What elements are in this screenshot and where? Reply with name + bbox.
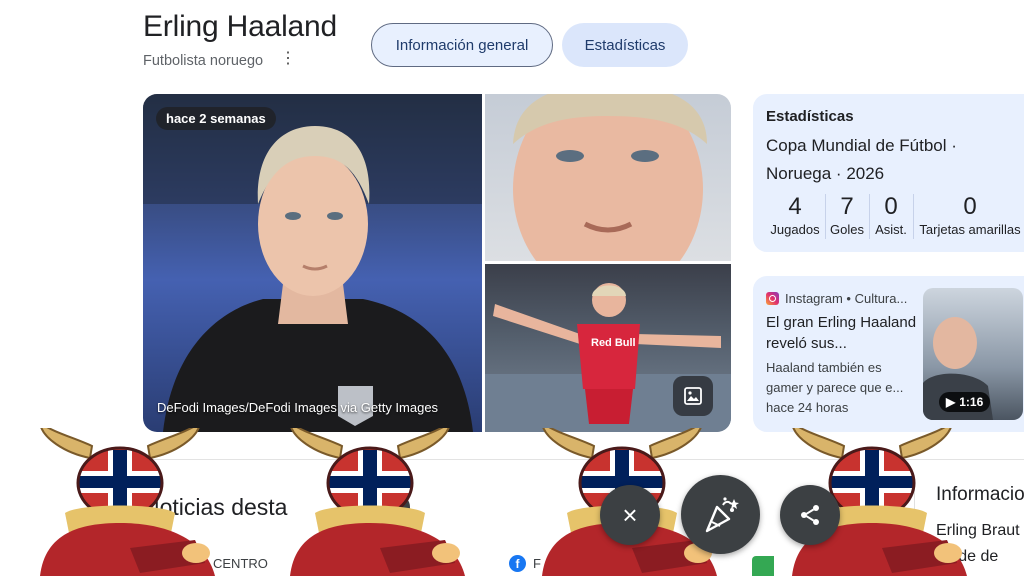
- news-time: hace 24 horas: [766, 400, 849, 415]
- stat-label: Asist.: [875, 222, 907, 237]
- party-popper-icon: [705, 496, 739, 532]
- video-duration: 1:16: [959, 395, 984, 409]
- stat-label: Jugados: [770, 222, 820, 237]
- stats-competition: Copa Mundial de Fútbol · Noruega · 2026: [766, 136, 957, 183]
- image-icon[interactable]: [673, 376, 713, 416]
- share-button[interactable]: [780, 485, 840, 545]
- norway-viking-mascot: [290, 428, 465, 576]
- stat-divider: [869, 194, 870, 239]
- news-source-peek[interactable]: CENTRO: [213, 556, 268, 571]
- page-title: Erling Haaland: [143, 10, 337, 43]
- stat-divider: [825, 194, 826, 239]
- norway-viking-mascot: [40, 428, 215, 576]
- player-portrait-illustration: [143, 94, 482, 432]
- share-icon: [801, 505, 819, 525]
- stat-tarjetas-amarillas: 0 Tarjetas amarillas: [915, 193, 1024, 238]
- photo-credit: DeFodi Images/DeFodi Images via Getty Im…: [157, 400, 439, 415]
- player-closeup-illustration: [513, 94, 707, 261]
- news-thumbnail-peek[interactable]: [752, 556, 774, 576]
- video-duration-badge: ▶ 1:16: [939, 392, 991, 412]
- main-photo[interactable]: [143, 94, 482, 432]
- play-icon: ▶: [946, 395, 956, 409]
- stat-goles: 7 Goles: [827, 193, 867, 238]
- tab-informacion-general[interactable]: Información general: [371, 23, 553, 67]
- news-card[interactable]: Instagram • Cultura... El gran Erling Ha…: [753, 276, 1024, 432]
- news-snippet: Haaland también es gamer y parece que e.…: [766, 360, 904, 395]
- stat-divider: [913, 194, 914, 239]
- stat-label: Goles: [830, 222, 864, 237]
- stats-card[interactable]: Estadísticas Copa Mundial de Fútbol · No…: [753, 94, 1024, 252]
- stat-value: 0: [963, 193, 977, 220]
- stat-value: 0: [884, 193, 898, 220]
- close-button[interactable]: ×: [600, 485, 660, 545]
- celebrate-button[interactable]: [681, 475, 760, 554]
- time-badge: hace 2 semanas: [156, 107, 276, 130]
- stat-value: 4: [788, 193, 802, 220]
- stat-label: Tarjetas amarillas: [919, 222, 1021, 237]
- news-title[interactable]: El gran Erling Haaland reveló sus...: [766, 312, 918, 354]
- svg-text:Red Bull: Red Bull: [591, 337, 636, 349]
- stats-heading: Estadísticas: [766, 108, 854, 125]
- closeup-photo[interactable]: [485, 94, 731, 261]
- stat-jugados: 4 Jugados: [767, 193, 823, 238]
- news-source: Instagram • Cultura...: [766, 291, 907, 306]
- instagram-icon: [766, 292, 779, 305]
- tab-estadisticas[interactable]: Estadísticas: [562, 23, 688, 67]
- news-video-thumbnail[interactable]: ▶ 1:16: [923, 288, 1023, 420]
- news-source-label: Instagram • Cultura...: [785, 291, 908, 306]
- close-icon: ×: [622, 499, 638, 530]
- stat-value: 7: [840, 193, 854, 220]
- subtitle: Futbolista noruego: [143, 53, 264, 69]
- stat-asistencias: 0 Asist.: [871, 193, 911, 238]
- more-vert-icon[interactable]: ⋮: [280, 50, 296, 68]
